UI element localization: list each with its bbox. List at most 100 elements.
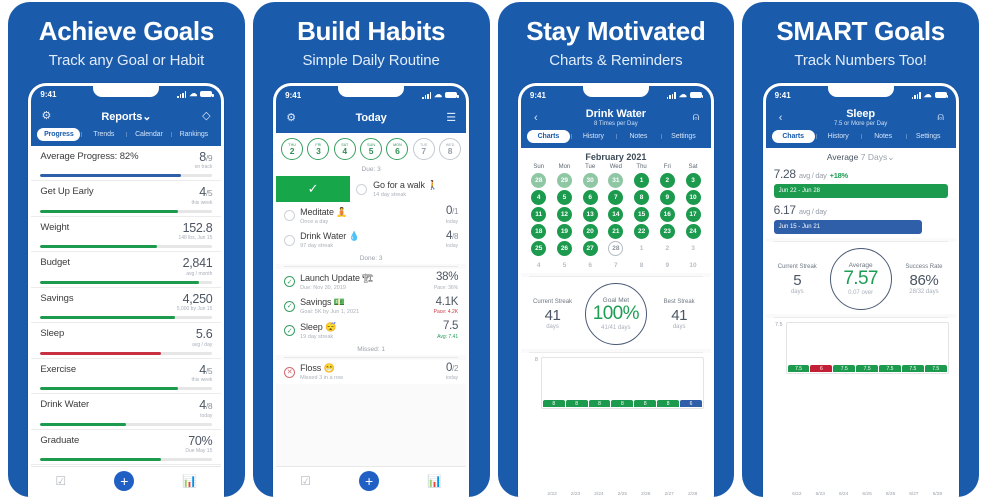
calendar-cell[interactable]: 18 bbox=[527, 224, 551, 240]
habit-checkbox-done[interactable]: ✓ bbox=[284, 300, 296, 312]
habit-checkbox[interactable] bbox=[356, 183, 368, 195]
share-icon[interactable]: ⍝ bbox=[934, 111, 948, 124]
bar[interactable]: 6 bbox=[680, 400, 702, 408]
calendar-cell[interactable]: 24 bbox=[681, 224, 705, 240]
calendar-cell[interactable]: 8 bbox=[630, 258, 654, 273]
calendar-cell[interactable]: 9 bbox=[655, 258, 679, 273]
goal-row[interactable]: Savings 4,250 5,000 by Jun 15 bbox=[31, 287, 222, 324]
page-title[interactable]: Reports⌄ bbox=[101, 111, 151, 123]
bar[interactable]: 6 bbox=[810, 365, 833, 373]
add-button[interactable]: + bbox=[114, 471, 135, 491]
calendar-cell[interactable]: 11 bbox=[527, 207, 551, 223]
tab-progress[interactable]: Progress bbox=[37, 127, 81, 141]
calendar-cell[interactable]: 22 bbox=[630, 224, 654, 240]
habit-checkbox-done[interactable]: ✓ bbox=[284, 325, 296, 337]
calendar-cell[interactable]: 13 bbox=[578, 207, 602, 223]
bar[interactable]: 7.5 bbox=[879, 365, 901, 373]
complete-swipe-action[interactable]: ✓ bbox=[276, 176, 351, 203]
calendar-cell[interactable]: 20 bbox=[578, 224, 602, 240]
goal-row[interactable]: Drink Water 4/8 today bbox=[31, 394, 222, 430]
calendar-cell[interactable]: 2 bbox=[655, 241, 679, 256]
tab-charts[interactable]: Charts bbox=[771, 130, 815, 144]
checklist-icon[interactable]: ☑ bbox=[55, 474, 66, 488]
calendar-cell[interactable]: 6 bbox=[578, 190, 602, 206]
tab-calendar[interactable]: Calendar bbox=[126, 128, 170, 141]
habit-row[interactable]: ✕ Floss 😁 Missed 3 in a row 0/2 today bbox=[276, 359, 467, 385]
bar[interactable]: 7.5 bbox=[901, 365, 924, 373]
add-button[interactable]: + bbox=[359, 471, 380, 491]
tab-rankings[interactable]: Rankings bbox=[171, 128, 215, 141]
calendar-cell[interactable]: 19 bbox=[553, 224, 577, 240]
calendar-cell[interactable]: 9 bbox=[655, 190, 679, 206]
calendar-cell[interactable]: 14 bbox=[604, 207, 628, 223]
tag-icon[interactable]: ◇ bbox=[199, 109, 213, 122]
calendar-cell[interactable]: 3 bbox=[681, 241, 705, 256]
calendar-cell[interactable]: 21 bbox=[604, 224, 628, 240]
habit-row[interactable]: ✓ Sleep 😴 19 day streak 7.5 Avg: 7.41 bbox=[276, 318, 467, 343]
bar[interactable]: 8 bbox=[588, 400, 611, 408]
calendar-cell[interactable]: 25 bbox=[527, 241, 551, 257]
goal-row[interactable]: Get Up Early 4/5 this week bbox=[31, 181, 222, 217]
gear-icon[interactable]: ⚙ bbox=[284, 111, 298, 124]
bar[interactable]: 8 bbox=[565, 400, 588, 408]
habit-checkbox-done[interactable]: ✓ bbox=[284, 276, 296, 288]
share-icon[interactable]: ⍝ bbox=[689, 111, 703, 124]
bar[interactable]: 7.5 bbox=[833, 365, 856, 373]
habit-checkbox[interactable] bbox=[284, 210, 296, 222]
day-chip[interactable]: SAT 4 bbox=[333, 138, 356, 161]
calendar-cell[interactable]: 7 bbox=[604, 190, 628, 206]
calendar-cell[interactable]: 5 bbox=[553, 190, 577, 206]
calendar-cell[interactable]: 28 bbox=[527, 173, 551, 189]
habit-checkbox[interactable] bbox=[284, 234, 296, 246]
calendar-cell[interactable]: 10 bbox=[681, 190, 705, 206]
calendar-cell[interactable]: 29 bbox=[553, 173, 577, 189]
tab-trends[interactable]: Trends bbox=[81, 128, 125, 141]
day-chip[interactable]: FRI 3 bbox=[307, 138, 330, 161]
calendar-cell[interactable]: 1 bbox=[630, 241, 654, 256]
bar[interactable]: 7.5 bbox=[856, 365, 879, 373]
calendar-cell-today[interactable]: 28 bbox=[604, 241, 628, 257]
goal-row[interactable]: Weight 152.8 148 lbs, Jun 15 bbox=[31, 216, 222, 253]
calendar-cell[interactable]: 8 bbox=[630, 190, 654, 206]
average-range-selector[interactable]: Average 7 Days⌄ bbox=[765, 148, 956, 167]
bar[interactable]: 8 bbox=[634, 400, 657, 408]
habit-row-swiping[interactable]: ✓ Go for a walk 🚶 14 day streak bbox=[276, 175, 467, 204]
day-chip[interactable]: MON 6 bbox=[386, 138, 409, 161]
calendar-cell[interactable]: 31 bbox=[604, 173, 628, 189]
day-chip[interactable]: WED 8 bbox=[439, 138, 462, 161]
back-chevron-icon[interactable]: ‹ bbox=[529, 112, 543, 124]
bar[interactable]: 7.5 bbox=[924, 365, 947, 373]
calendar-cell[interactable]: 4 bbox=[527, 258, 551, 273]
tab-history[interactable]: History bbox=[815, 130, 860, 143]
calendar-cell[interactable]: 12 bbox=[553, 207, 577, 223]
back-chevron-icon[interactable]: ‹ bbox=[774, 112, 788, 124]
bar[interactable]: 8 bbox=[611, 400, 634, 408]
calendar-cell[interactable]: 27 bbox=[578, 241, 602, 257]
calendar-cell[interactable]: 10 bbox=[681, 258, 705, 273]
average-bar[interactable]: Jun 15 - Jun 21 bbox=[773, 220, 922, 235]
calendar-cell[interactable]: 17 bbox=[681, 207, 705, 223]
calendar-cell[interactable]: 2 bbox=[655, 173, 679, 189]
goal-row[interactable]: Budget 2,841 avg / month bbox=[31, 252, 222, 288]
calendar-cell[interactable]: 4 bbox=[527, 190, 551, 206]
tab-settings[interactable]: Settings bbox=[905, 130, 950, 143]
calendar-cell[interactable]: 6 bbox=[578, 258, 602, 273]
calendar-cell[interactable]: 15 bbox=[630, 207, 654, 223]
goal-row[interactable]: Average Progress: 82% 8/9 on track bbox=[31, 145, 222, 182]
calendar-cell[interactable]: 30 bbox=[578, 173, 602, 189]
list-icon[interactable]: ☰ bbox=[444, 111, 458, 124]
goal-row[interactable]: Graduate 70% Due May 15 bbox=[31, 429, 222, 466]
tab-notes[interactable]: Notes bbox=[860, 130, 905, 143]
day-chip[interactable]: TUE 7 bbox=[412, 138, 435, 161]
calendar-cell[interactable]: 16 bbox=[655, 207, 679, 223]
goal-row[interactable]: Sleep 5.6 avg / day bbox=[31, 323, 222, 359]
goal-row[interactable]: Exercise 4/5 this week bbox=[31, 358, 222, 395]
calendar-cell[interactable]: 26 bbox=[553, 241, 577, 257]
habit-row[interactable]: Meditate 🧘 Once a day 0/1 today bbox=[276, 203, 467, 228]
day-chip[interactable]: SUN 5 bbox=[360, 138, 383, 161]
bar[interactable]: 8 bbox=[542, 400, 565, 408]
habit-row[interactable]: Drink Water 💧 97 day streak 4/8 today bbox=[276, 227, 467, 253]
bar-chart-icon[interactable]: 📊 bbox=[427, 474, 442, 488]
habit-row[interactable]: ✓ Launch Update 🏗 Due: Nov 30, 2019 38% … bbox=[276, 269, 467, 294]
tab-settings[interactable]: Settings bbox=[660, 130, 705, 143]
